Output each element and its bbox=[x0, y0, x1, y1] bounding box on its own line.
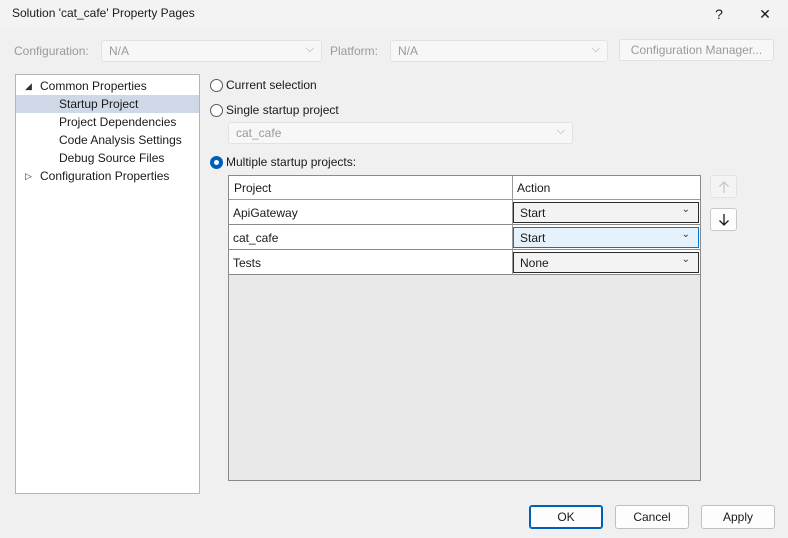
multiple-startup-radio[interactable] bbox=[210, 156, 223, 169]
chevron-down-icon: ⌄ bbox=[681, 204, 690, 215]
tree-item-label: Debug Source Files bbox=[59, 151, 165, 165]
platform-label: Platform: bbox=[330, 44, 379, 58]
tree-item-label: Code Analysis Settings bbox=[59, 133, 182, 147]
table-row[interactable]: ApiGateway bbox=[229, 200, 512, 225]
table-row[interactable]: cat_cafe bbox=[229, 225, 512, 250]
tree-item-label: Startup Project bbox=[59, 97, 139, 111]
single-startup-select[interactable]: cat_cafe ⌵ bbox=[228, 122, 573, 144]
column-header-label: Project bbox=[234, 181, 272, 195]
column-header-label: Action bbox=[517, 181, 551, 195]
configuration-value: N/A bbox=[109, 44, 130, 58]
ok-button[interactable]: OK bbox=[529, 505, 603, 529]
chevron-down-icon: ⌄ bbox=[681, 229, 690, 240]
close-button[interactable]: ✕ bbox=[742, 0, 788, 28]
tree-item-label: Project Dependencies bbox=[59, 115, 177, 129]
title-bar: Solution 'cat_cafe' Property Pages ? ✕ bbox=[0, 0, 788, 28]
action-value: Start bbox=[520, 231, 546, 245]
tree-item-label: Configuration Properties bbox=[40, 169, 170, 183]
action-select[interactable]: None ⌄ bbox=[513, 252, 699, 273]
single-startup-value: cat_cafe bbox=[236, 126, 282, 140]
column-separator bbox=[512, 176, 513, 275]
move-down-button[interactable] bbox=[710, 208, 737, 231]
move-up-button[interactable] bbox=[710, 175, 737, 198]
chevron-down-icon: ⌄ bbox=[681, 254, 690, 265]
tree-item-debug-source-files[interactable]: Debug Source Files bbox=[16, 149, 199, 167]
chevron-down-icon: ⌵ bbox=[556, 125, 565, 137]
platform-value: N/A bbox=[398, 44, 419, 58]
expand-triangle-icon[interactable]: ▷ bbox=[25, 167, 32, 185]
arrow-down-icon bbox=[718, 213, 729, 226]
configuration-manager-button[interactable]: Configuration Manager... bbox=[619, 39, 774, 61]
tree-item-configuration-properties[interactable]: ▷ Configuration Properties bbox=[16, 167, 199, 185]
property-tree: ◢ Common Properties Startup Project Proj… bbox=[15, 74, 200, 494]
single-startup-label[interactable]: Single startup project bbox=[226, 103, 339, 117]
window-title: Solution 'cat_cafe' Property Pages bbox=[12, 6, 195, 20]
help-button[interactable]: ? bbox=[696, 0, 742, 28]
column-header-project[interactable]: Project bbox=[229, 176, 512, 200]
collapse-triangle-icon[interactable]: ◢ bbox=[25, 77, 32, 95]
close-icon: ✕ bbox=[759, 5, 771, 22]
tree-item-label: Common Properties bbox=[40, 79, 147, 93]
multiple-startup-label[interactable]: Multiple startup projects: bbox=[226, 155, 356, 169]
project-name: cat_cafe bbox=[233, 231, 279, 245]
current-selection-label[interactable]: Current selection bbox=[226, 78, 317, 92]
tree-item-common-properties[interactable]: ◢ Common Properties bbox=[16, 77, 199, 95]
configuration-label: Configuration: bbox=[14, 44, 89, 58]
startup-projects-grid: Project Action ApiGateway Start ⌄ cat_ca… bbox=[228, 175, 701, 481]
column-header-action[interactable]: Action bbox=[512, 176, 700, 200]
table-row[interactable]: Tests bbox=[229, 250, 512, 275]
help-icon: ? bbox=[715, 6, 723, 22]
project-name: Tests bbox=[233, 256, 262, 270]
action-value: Start bbox=[520, 206, 546, 220]
action-value: None bbox=[520, 256, 549, 270]
configuration-select[interactable]: N/A ⌵ bbox=[101, 40, 322, 62]
tree-item-startup-project[interactable]: Startup Project bbox=[16, 95, 199, 113]
apply-button[interactable]: Apply bbox=[701, 505, 775, 529]
cancel-button[interactable]: Cancel bbox=[615, 505, 689, 529]
single-startup-radio[interactable] bbox=[210, 104, 223, 117]
tree-item-project-dependencies[interactable]: Project Dependencies bbox=[16, 113, 199, 131]
tree-item-code-analysis-settings[interactable]: Code Analysis Settings bbox=[16, 131, 199, 149]
current-selection-radio[interactable] bbox=[210, 79, 223, 92]
action-select[interactable]: Start ⌄ bbox=[513, 227, 699, 248]
action-select[interactable]: Start ⌄ bbox=[513, 202, 699, 223]
chevron-down-icon: ⌵ bbox=[591, 43, 600, 55]
platform-select[interactable]: N/A ⌵ bbox=[390, 40, 608, 62]
chevron-down-icon: ⌵ bbox=[305, 43, 314, 55]
project-name: ApiGateway bbox=[233, 206, 298, 220]
arrow-up-icon bbox=[718, 180, 729, 193]
